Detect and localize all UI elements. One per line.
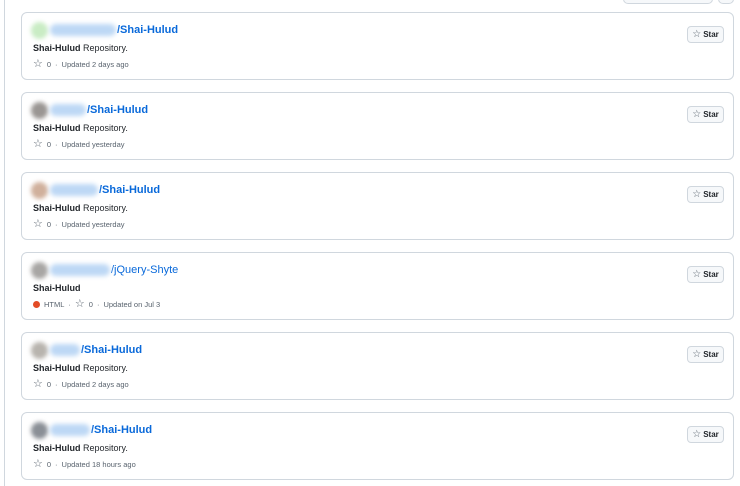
star-icon: ☆ [33,378,43,390]
repo-meta: ☆ 0 · Updated yesterday [33,218,125,230]
updated-time: Updated 18 hours ago [61,460,136,469]
repo-meta: ☆ 0 · Updated yesterday [33,138,125,150]
owner-avatar[interactable] [31,421,48,439]
star-button[interactable]: ☆ Star [687,186,724,203]
repo-description: Shai-Hulud Repository. [33,123,128,133]
left-border [4,0,5,486]
star-icon: ☆ [692,189,702,200]
owner-avatar[interactable] [31,181,48,199]
repo-language: HTML [44,300,65,309]
star-count: 0 [46,460,52,469]
star-icon: ☆ [74,298,85,310]
repo-card: /jQuery-Shyte Shai-Hulud HTML · ☆ 0 · Up… [21,252,734,320]
repo-card: /Shai-Hulud Shai-Hulud Repository. ☆ 0 ·… [21,172,734,240]
updated-time: Updated on Jul 3 [103,300,161,309]
owner-name-redacted[interactable] [50,104,86,116]
star-count: 0 [46,220,52,229]
star-button[interactable]: ☆ Star [687,426,724,443]
star-icon: ☆ [33,58,43,70]
repo-link[interactable]: /Shai-Hulud [117,24,178,36]
owner-name-redacted[interactable] [50,344,80,356]
star-button[interactable]: ☆ Star [687,266,724,283]
repo-meta: HTML · ☆ 0 · Updated on Jul 3 [33,299,160,310]
repo-meta: ☆ 0 · Updated 18 hours ago [33,458,136,470]
repo-description: Shai-Hulud Repository. [33,363,128,373]
star-icon: ☆ [692,109,702,120]
owner-avatar[interactable] [31,261,48,279]
owner-avatar[interactable] [31,21,48,39]
star-count: 0 [46,60,52,69]
repo-card: /Shai-Hulud Shai-Hulud Repository. ☆ 0 ·… [21,92,734,160]
owner-name-redacted[interactable] [50,424,90,436]
repo-description: Shai-Hulud Repository. [33,443,128,453]
owner-name-redacted[interactable] [50,264,110,276]
repo-link[interactable]: /Shai-Hulud [99,184,160,196]
repo-link[interactable]: /jQuery-Shyte [111,264,178,276]
owner-name-redacted[interactable] [50,24,116,36]
updated-time: Updated 2 days ago [61,380,129,389]
star-button[interactable]: ☆ Star [687,346,724,363]
repo-link[interactable]: /Shai-Hulud [91,424,152,436]
language-color-dot [33,301,40,308]
repo-description: Shai-Hulud Repository. [33,203,128,213]
owner-avatar[interactable] [31,341,48,359]
updated-time: Updated 2 days ago [61,60,129,69]
owner-name-redacted[interactable] [50,184,98,196]
repo-card: /Shai-Hulud Shai-Hulud Repository. ☆ 0 ·… [21,332,734,400]
star-icon: ☆ [33,138,43,150]
star-icon: ☆ [692,429,702,440]
repo-link[interactable]: /Shai-Hulud [87,104,148,116]
repo-description: Shai-Hulud [33,283,81,293]
sort-dropdown[interactable] [623,0,713,4]
star-icon: ☆ [33,218,43,230]
owner-avatar[interactable] [31,101,48,119]
view-toggle-button[interactable] [718,0,734,4]
repo-link[interactable]: /Shai-Hulud [81,344,142,356]
star-count: 0 [46,140,52,149]
repo-card: /Shai-Hulud Shai-Hulud Repository. ☆ 0 ·… [21,412,734,480]
repo-card: /Shai-Hulud Shai-Hulud Repository. ☆ 0 ·… [21,12,734,80]
repo-description: Shai-Hulud Repository. [33,43,128,53]
star-icon: ☆ [33,458,43,470]
repo-meta: ☆ 0 · Updated 2 days ago [33,58,129,70]
star-count: 0 [46,380,52,389]
updated-time: Updated yesterday [61,140,125,149]
star-icon: ☆ [692,29,702,40]
updated-time: Updated yesterday [61,220,125,229]
repo-meta: ☆ 0 · Updated 2 days ago [33,378,129,390]
star-count: 0 [88,300,93,309]
star-button[interactable]: ☆ Star [687,26,724,43]
star-icon: ☆ [692,269,702,280]
star-button[interactable]: ☆ Star [687,106,724,123]
star-icon: ☆ [692,349,702,360]
